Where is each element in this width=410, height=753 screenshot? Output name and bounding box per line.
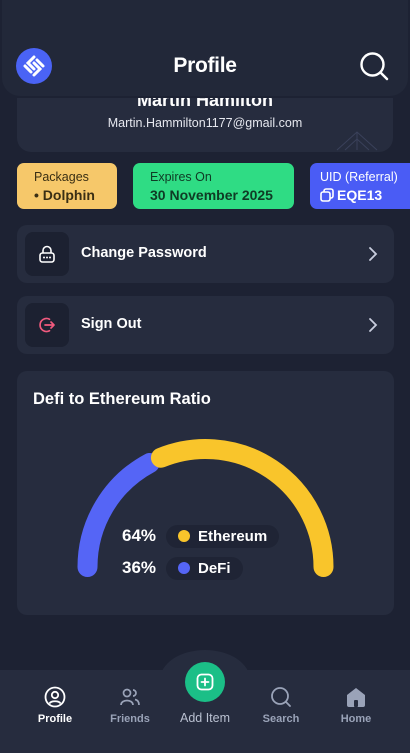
- nav-search-label: Search: [262, 713, 300, 725]
- friends-icon: [120, 688, 140, 706]
- search-icon: [271, 687, 291, 707]
- legend-defi: 36% DeFi: [122, 556, 243, 580]
- copy-icon[interactable]: [320, 188, 334, 202]
- lock-icon: [25, 232, 69, 276]
- defi-percent: 36%: [122, 558, 157, 577]
- defi-label: DeFi: [198, 559, 231, 577]
- home-icon: [347, 688, 365, 707]
- nav-profile-label: Profile: [37, 713, 73, 725]
- change-password-button[interactable]: Change Password: [17, 225, 394, 283]
- expires-label: Expires On: [150, 170, 212, 184]
- expires-value: 30 November 2025: [150, 187, 273, 203]
- package-label: Packages: [34, 170, 89, 184]
- decoration-icon: [336, 131, 378, 151]
- package-chip[interactable]: Packages • Dolphin: [17, 163, 117, 209]
- defi-dot: [178, 562, 190, 574]
- sign-out-icon: [25, 303, 69, 347]
- chevron-right-icon: [369, 318, 378, 332]
- chevron-right-icon: [369, 247, 378, 261]
- defi-pill: DeFi: [166, 556, 243, 580]
- page-title: Profile: [173, 54, 237, 77]
- ratio-chart-card: Defi to Ethereum Ratio 64% Ethereum 36% …: [17, 371, 394, 615]
- app-header: Profile: [0, 0, 410, 98]
- nav-home[interactable]: Home: [318, 670, 394, 725]
- uid-label: UID (Referral): [320, 170, 398, 184]
- ethereum-pill: Ethereum: [166, 524, 280, 548]
- gauge-segment-ethereum: [150, 439, 334, 577]
- ethereum-label: Ethereum: [198, 527, 268, 545]
- change-password-label: Change Password: [81, 245, 207, 261]
- sign-out-button[interactable]: Sign Out: [17, 296, 394, 354]
- account-chips: Packages • Dolphin Expires On 30 Novembe…: [17, 163, 410, 209]
- nav-friends[interactable]: Friends: [92, 670, 168, 725]
- nav-friends-label: Friends: [110, 713, 150, 725]
- uid-value-row: EQE13: [320, 187, 410, 203]
- search-icon[interactable]: [358, 50, 390, 82]
- nav-search[interactable]: Search: [243, 670, 319, 725]
- header-bar: [2, 0, 408, 96]
- nav-profile[interactable]: Profile: [17, 670, 93, 725]
- expires-chip[interactable]: Expires On 30 November 2025: [133, 163, 294, 209]
- add-item-label: Add Item: [179, 711, 231, 725]
- gauge-segment-defi: [77, 453, 160, 577]
- add-icon: [196, 673, 214, 691]
- nav-home-label: Home: [340, 713, 372, 725]
- uid-value: EQE13: [337, 187, 383, 203]
- ethereum-dot: [178, 530, 190, 542]
- ethereum-percent: 64%: [122, 526, 157, 545]
- add-item-button[interactable]: [185, 662, 225, 702]
- uid-chip[interactable]: UID (Referral) EQE13: [310, 163, 410, 209]
- sign-out-label: Sign Out: [81, 316, 142, 332]
- legend-ethereum: 64% Ethereum: [122, 524, 280, 548]
- package-value: • Dolphin: [34, 187, 95, 203]
- profile-icon: [44, 686, 66, 708]
